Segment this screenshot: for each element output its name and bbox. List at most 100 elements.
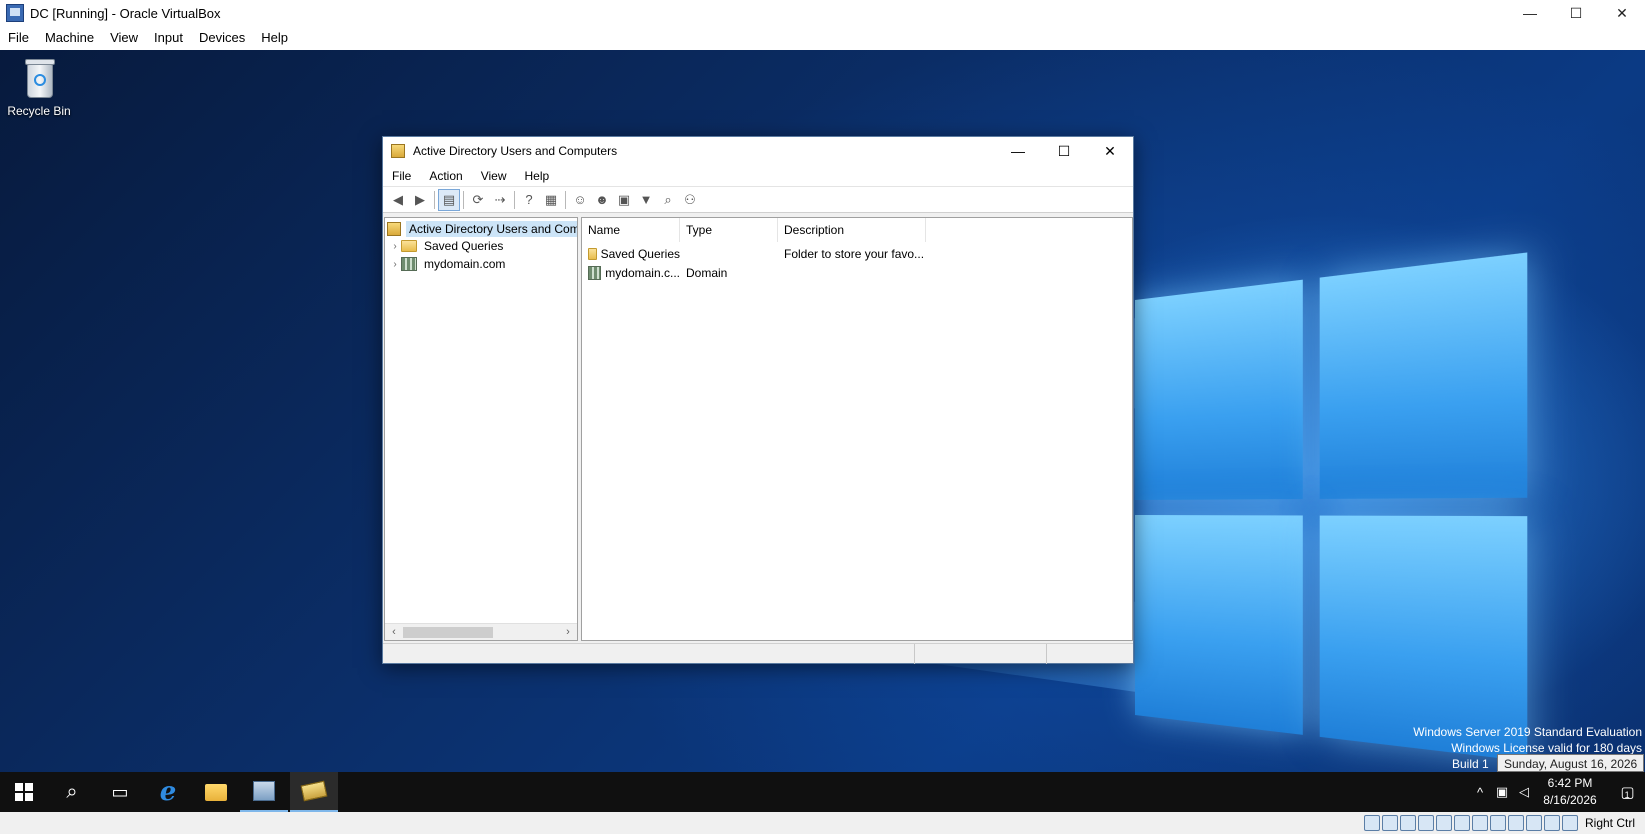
help-icon[interactable]: ? bbox=[518, 189, 540, 211]
list-item-name: mydomain.c... bbox=[605, 266, 680, 280]
display-icon[interactable] bbox=[1472, 815, 1488, 831]
tree-root-label: Active Directory Users and Com bbox=[406, 221, 578, 237]
virtualbox-app-icon bbox=[6, 4, 24, 22]
aduc-taskbar-button[interactable] bbox=[290, 772, 338, 812]
host-key-label: Right Ctrl bbox=[1585, 816, 1635, 830]
aduc-menu-help[interactable]: Help bbox=[516, 169, 559, 183]
audio-icon[interactable] bbox=[1400, 815, 1416, 831]
network-icon[interactable]: ▣ bbox=[1491, 784, 1513, 800]
domain-icon bbox=[401, 257, 417, 271]
clock-date: 8/16/2026 bbox=[1535, 792, 1605, 809]
search-button[interactable]: ⌕ bbox=[48, 772, 96, 812]
vbox-menubar: File Machine View Input Devices Help bbox=[0, 26, 1645, 50]
column-header-description[interactable]: Description bbox=[778, 218, 926, 242]
create-user-icon[interactable]: ☺ bbox=[569, 189, 591, 211]
notification-badge: 1 bbox=[1625, 790, 1630, 800]
tree-item-mydomain[interactable]: › mydomain.com bbox=[389, 255, 508, 273]
add-to-group-icon[interactable]: ⚇ bbox=[679, 189, 701, 211]
aduc-menubar: File Action View Help bbox=[383, 165, 1133, 187]
keyboard-capture-icon[interactable] bbox=[1562, 815, 1578, 831]
vbox-window-title: DC [Running] - Oracle VirtualBox bbox=[30, 6, 221, 21]
list-item[interactable]: mydomain.c... Domain bbox=[582, 263, 926, 282]
vbox-minimize-button[interactable]: — bbox=[1507, 0, 1553, 26]
recycle-bin-label: Recycle Bin bbox=[4, 104, 74, 118]
column-header-name[interactable]: Name bbox=[582, 218, 680, 242]
aduc-titlebar: Active Directory Users and Computers — ☐… bbox=[383, 137, 1133, 165]
back-arrow-icon[interactable]: ◀ bbox=[387, 189, 409, 211]
windows-start-icon bbox=[15, 783, 33, 801]
action-center-button[interactable]: ▢ 1 bbox=[1605, 783, 1645, 801]
usb-icon[interactable] bbox=[1436, 815, 1452, 831]
scroll-left-icon[interactable]: ‹ bbox=[386, 625, 402, 640]
aduc-menu-view[interactable]: View bbox=[472, 169, 516, 183]
list-item[interactable]: Saved Queries Folder to store your favo.… bbox=[582, 244, 926, 263]
aduc-close-button[interactable]: ✕ bbox=[1087, 137, 1133, 165]
internet-explorer-button[interactable]: e bbox=[144, 772, 192, 812]
server-manager-button[interactable] bbox=[240, 772, 288, 812]
column-header-type[interactable]: Type bbox=[680, 218, 778, 242]
file-explorer-button[interactable] bbox=[192, 772, 240, 812]
show-hide-console-tree-icon[interactable]: ▤ bbox=[438, 189, 460, 211]
tree-horizontal-scrollbar[interactable]: ‹ › bbox=[385, 623, 577, 640]
create-group-icon[interactable]: ☻ bbox=[591, 189, 613, 211]
hard-disk-icon[interactable] bbox=[1364, 815, 1380, 831]
task-view-icon: ▭ bbox=[111, 782, 128, 803]
virtualization-icon[interactable] bbox=[1508, 815, 1524, 831]
recycle-bin-shortcut[interactable]: Recycle Bin bbox=[4, 56, 74, 118]
vbox-statusbar: Right Ctrl bbox=[0, 812, 1645, 834]
chevron-up-icon[interactable]: ^ bbox=[1469, 785, 1491, 800]
export-list-icon[interactable]: ⇢ bbox=[489, 189, 511, 211]
chevron-right-icon[interactable]: › bbox=[389, 259, 401, 270]
vbox-menu-devices[interactable]: Devices bbox=[191, 26, 253, 50]
aduc-maximize-button[interactable]: ☐ bbox=[1041, 137, 1087, 165]
vbox-close-button[interactable]: ✕ bbox=[1599, 0, 1645, 26]
vbox-menu-help[interactable]: Help bbox=[253, 26, 296, 50]
vbox-menu-input[interactable]: Input bbox=[146, 26, 191, 50]
cpu-icon[interactable] bbox=[1526, 815, 1542, 831]
chevron-right-icon[interactable]: › bbox=[389, 241, 401, 252]
list-item-description: Folder to store your favo... bbox=[778, 247, 926, 261]
server-manager-icon bbox=[253, 781, 275, 801]
volume-muted-icon[interactable]: ◁ bbox=[1513, 784, 1535, 800]
scrollbar-thumb[interactable] bbox=[403, 627, 493, 638]
windows-logo-wallpaper bbox=[1135, 252, 1527, 767]
create-ou-icon[interactable]: ▣ bbox=[613, 189, 635, 211]
refresh-icon[interactable]: ⟳ bbox=[467, 189, 489, 211]
optical-drive-icon[interactable] bbox=[1382, 815, 1398, 831]
watermark-line: Windows Server 2019 Standard Evaluation bbox=[1413, 724, 1642, 740]
guest-desktop[interactable]: Recycle Bin Active Directory Users and C… bbox=[0, 50, 1645, 772]
taskbar: ⌕ ▭ e ^ ▣ ◁ 6:42 PM 8/16/2026 ▢ 1 bbox=[0, 772, 1645, 812]
toolbar-separator bbox=[463, 191, 464, 209]
tree-item-label: mydomain.com bbox=[421, 256, 508, 272]
video-capture-icon[interactable] bbox=[1490, 815, 1506, 831]
list-header: Name Type Description bbox=[582, 218, 1132, 242]
details-list-pane[interactable]: Name Type Description Saved Queries Fold… bbox=[581, 217, 1133, 641]
vbox-menu-view[interactable]: View bbox=[102, 26, 146, 50]
scroll-right-icon[interactable]: › bbox=[560, 625, 576, 640]
tree-item-saved-queries[interactable]: › Saved Queries bbox=[389, 237, 506, 255]
find-icon[interactable]: ⌕ bbox=[657, 189, 679, 211]
vbox-maximize-button[interactable]: ☐ bbox=[1553, 0, 1599, 26]
start-button[interactable] bbox=[0, 772, 48, 812]
filter-icon[interactable]: ▼ bbox=[635, 189, 657, 211]
folder-icon bbox=[401, 240, 417, 252]
aduc-menu-file[interactable]: File bbox=[383, 169, 420, 183]
internet-explorer-icon: e bbox=[160, 777, 177, 807]
shared-folders-icon[interactable] bbox=[1454, 815, 1470, 831]
toolbar-separator bbox=[514, 191, 515, 209]
mouse-integration-icon[interactable] bbox=[1544, 815, 1560, 831]
show-action-pane-icon[interactable]: ▦ bbox=[540, 189, 562, 211]
aduc-menu-action[interactable]: Action bbox=[420, 169, 471, 183]
task-view-button[interactable]: ▭ bbox=[96, 772, 144, 812]
aduc-minimize-button[interactable]: — bbox=[995, 137, 1041, 165]
forward-arrow-icon[interactable]: ▶ bbox=[409, 189, 431, 211]
vbox-menu-machine[interactable]: Machine bbox=[37, 26, 102, 50]
search-icon: ⌕ bbox=[66, 781, 77, 804]
network-adapter-icon[interactable] bbox=[1418, 815, 1434, 831]
vbox-menu-file[interactable]: File bbox=[0, 26, 37, 50]
toolbar-separator bbox=[565, 191, 566, 209]
tree-root-aduc[interactable]: Active Directory Users and Com bbox=[387, 220, 578, 238]
tree-item-label: Saved Queries bbox=[421, 238, 506, 254]
console-tree-pane[interactable]: Active Directory Users and Com › Saved Q… bbox=[384, 217, 578, 641]
taskbar-clock[interactable]: 6:42 PM 8/16/2026 bbox=[1535, 775, 1605, 809]
